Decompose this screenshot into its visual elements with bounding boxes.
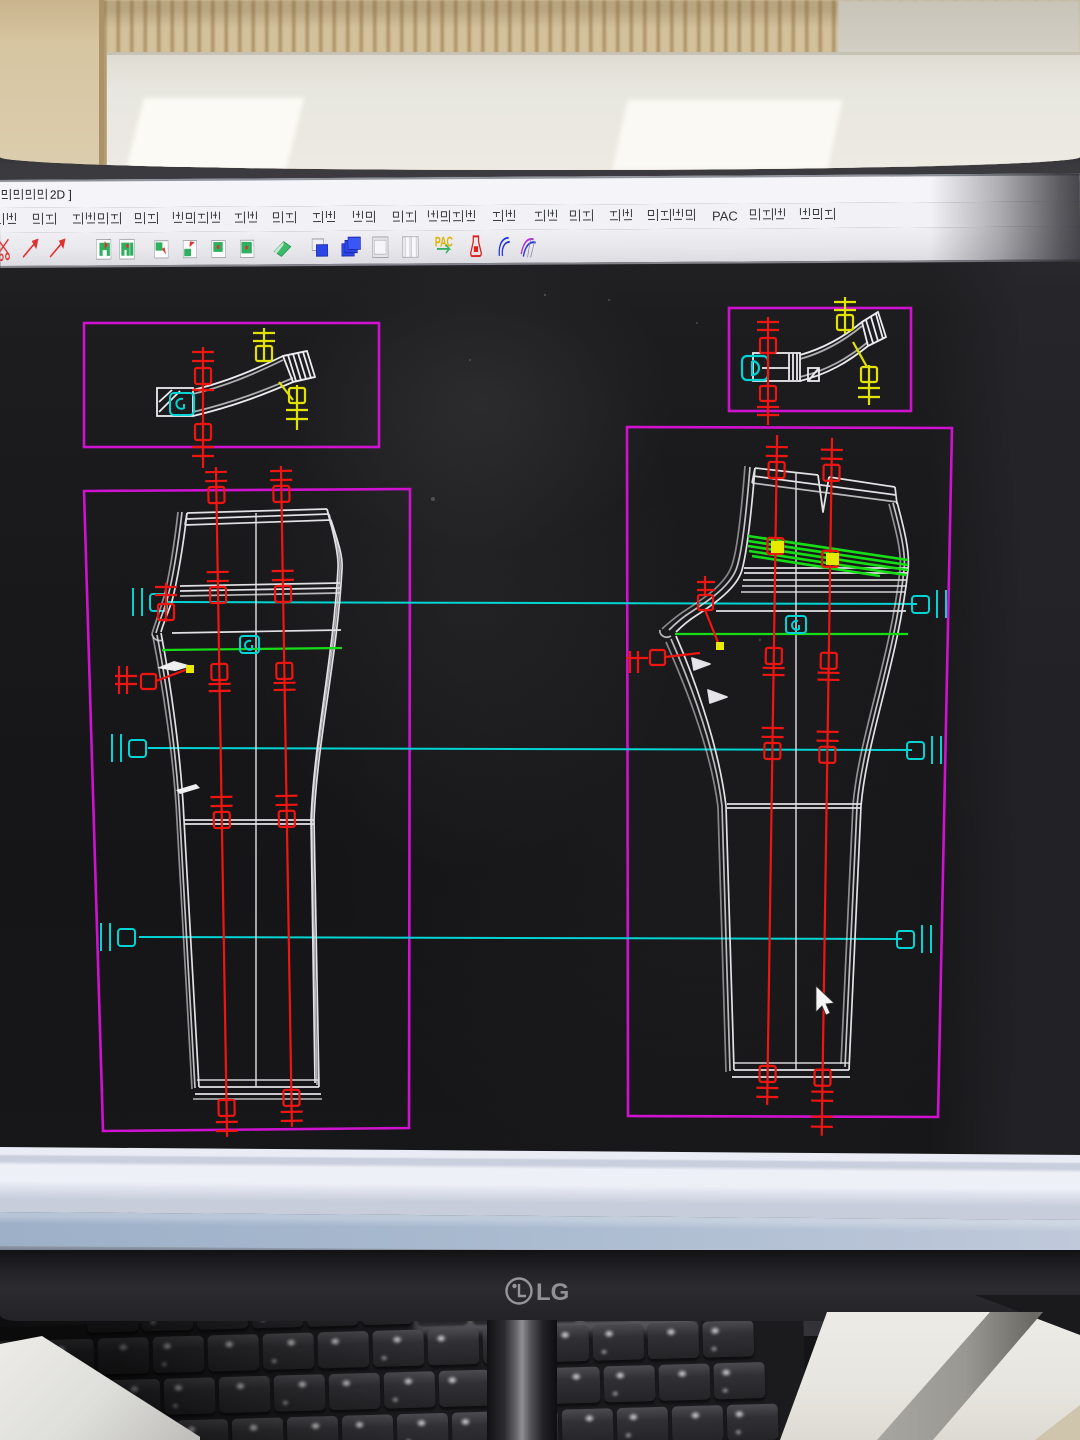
svg-text:PAC: PAC	[435, 234, 454, 250]
svg-text:LG: LG	[536, 1279, 569, 1306]
